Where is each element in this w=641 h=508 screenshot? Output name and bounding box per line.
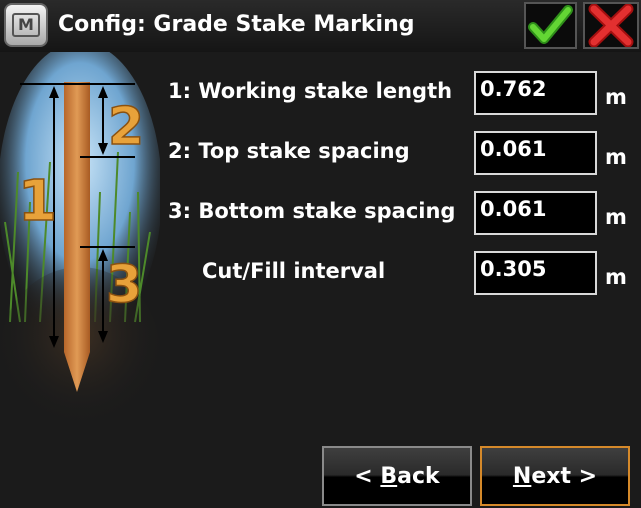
back-button-label: ack	[397, 463, 440, 489]
menu-button[interactable]: M	[4, 3, 48, 47]
accept-button[interactable]	[524, 2, 577, 49]
next-button-mnemonic: N	[512, 463, 532, 489]
diagram-label-2: 2	[108, 97, 144, 157]
working-stake-length-label: 1: Working stake length	[168, 79, 453, 103]
checkmark-icon	[528, 5, 573, 44]
back-button-mnemonic: B	[380, 463, 398, 489]
next-button-label: ext >	[531, 463, 598, 489]
cut-fill-interval-unit: m	[605, 265, 627, 289]
page-title: Config: Grade Stake Marking	[58, 12, 415, 37]
cut-fill-interval-input[interactable]: 0.305	[474, 251, 597, 295]
bottom-stake-spacing-input[interactable]: 0.061	[474, 191, 597, 235]
menu-icon: M	[12, 13, 40, 37]
working-stake-length-input[interactable]: 0.762	[474, 71, 597, 115]
bottom-stake-spacing-label: 3: Bottom stake spacing	[168, 199, 456, 223]
top-stake-spacing-input[interactable]: 0.061	[474, 131, 597, 175]
diagram-label-1: 1	[18, 169, 57, 234]
diagram-label-3: 3	[106, 255, 142, 315]
top-stake-spacing-unit: m	[605, 145, 627, 169]
cancel-button[interactable]	[583, 2, 639, 49]
title-bar: M Config: Grade Stake Marking	[0, 0, 641, 52]
next-button[interactable]: Next >	[480, 446, 630, 506]
working-stake-length-unit: m	[605, 85, 627, 109]
bottom-stake-spacing-unit: m	[605, 205, 627, 229]
close-icon	[588, 3, 634, 48]
grade-stake-diagram: 1 2 3	[0, 52, 160, 432]
top-stake-spacing-label: 2: Top stake spacing	[168, 139, 410, 163]
back-button-prefix: <	[354, 463, 381, 489]
cut-fill-interval-label: Cut/Fill interval	[202, 259, 386, 283]
stake	[64, 82, 90, 392]
back-button[interactable]: < Back	[322, 446, 472, 506]
